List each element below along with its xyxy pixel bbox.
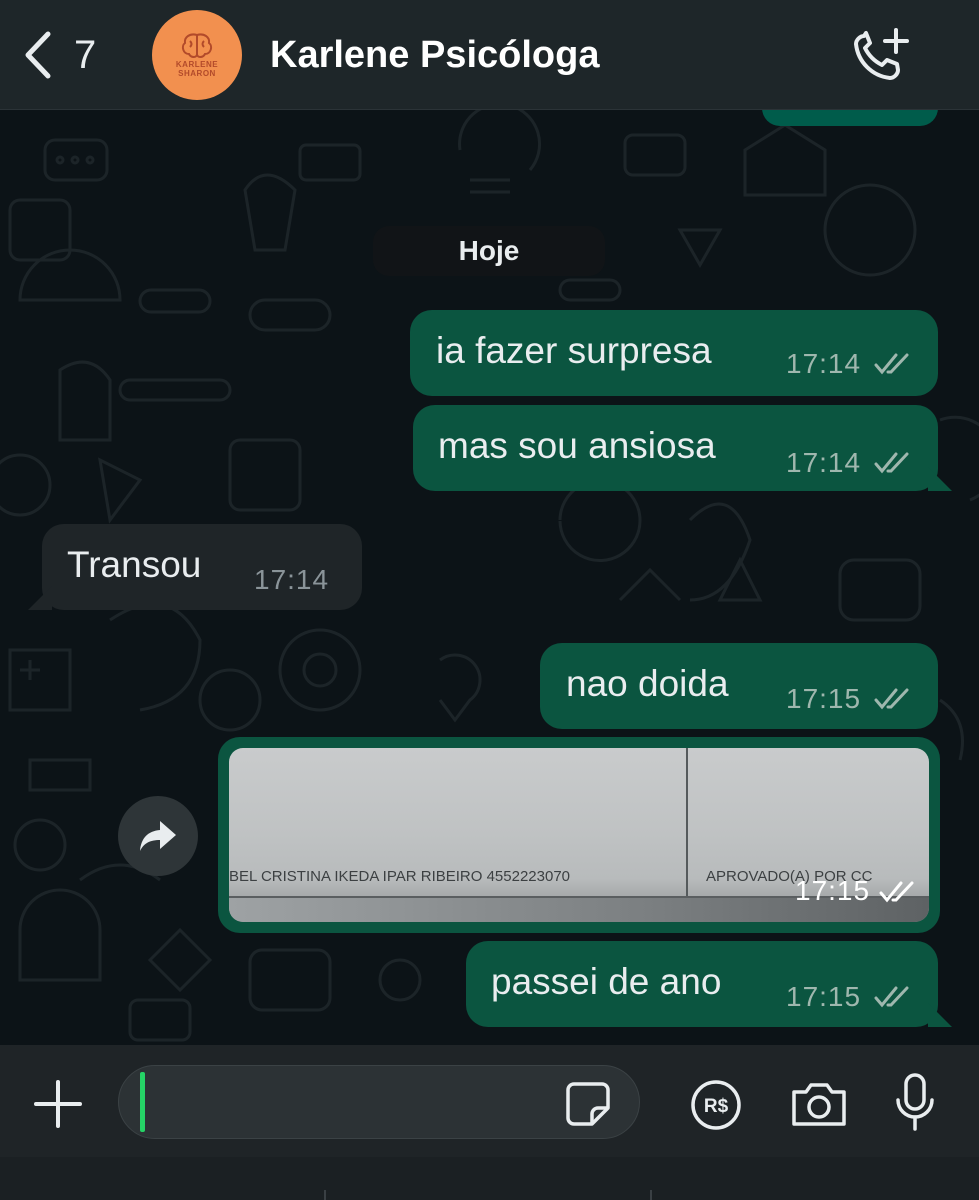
document-text: ABEL CRISTINA IKEDA IPAR RIBEIRO 4552223… (229, 868, 570, 885)
text-caret (140, 1072, 145, 1132)
message-text: nao doida (566, 663, 729, 704)
bubble-tail (928, 467, 952, 491)
message-time: 17:15 (786, 981, 862, 1012)
message-incoming[interactable]: Transou 17:14 (28, 524, 362, 610)
read-ticks-icon (874, 353, 909, 375)
contact-avatar[interactable]: KARLENE SHARON (152, 10, 242, 100)
chat-area[interactable]: Hoje ia fazer surpresa 17:14 mas sou ans… (0, 0, 979, 1045)
brain-logo (181, 33, 213, 58)
message-outgoing[interactable]: nao doida 17:15 (540, 643, 938, 729)
message-text: passei de ano (491, 961, 722, 1002)
message-time: 17:14 (786, 348, 862, 379)
read-ticks-icon (879, 881, 914, 903)
read-ticks-icon (874, 986, 909, 1008)
unread-count: 7 (74, 32, 97, 77)
back-button[interactable]: 7 (20, 28, 130, 82)
message-outgoing[interactable]: passei de ano 17:15 (466, 941, 952, 1027)
sticker-icon[interactable] (564, 1080, 612, 1128)
forward-arrow-icon (140, 821, 176, 851)
message-time: 17:14 (786, 447, 862, 478)
message-time: 17:14 (254, 564, 330, 595)
microphone-icon[interactable] (893, 1072, 937, 1132)
chevron-left-icon (25, 31, 51, 79)
message-text: Transou (67, 544, 202, 585)
message-text: mas sou ansiosa (438, 425, 716, 466)
message-text: ia fazer surpresa (436, 330, 712, 371)
payment-icon[interactable]: R$ (690, 1079, 742, 1131)
chat-screen: Hoje ia fazer surpresa 17:14 mas sou ans… (0, 0, 979, 1200)
svg-text:R$: R$ (704, 1096, 729, 1117)
bubble-tail (928, 1003, 952, 1027)
message-input[interactable] (118, 1065, 640, 1139)
bottom-strip (0, 1157, 979, 1200)
read-ticks-icon (874, 452, 909, 474)
plus-icon[interactable] (32, 1078, 84, 1130)
read-ticks-icon (874, 688, 909, 710)
message-outgoing[interactable]: mas sou ansiosa 17:14 (413, 405, 952, 491)
avatar-logo-text: KARLENE SHARON (175, 60, 219, 78)
message-time: 17:15 (786, 683, 862, 714)
day-separator: Hoje (373, 226, 605, 276)
message-outgoing[interactable]: ia fazer surpresa 17:14 (410, 310, 938, 396)
message-outgoing-image[interactable]: ABEL CRISTINA IKEDA IPAR RIBEIRO 4552223… (218, 737, 940, 933)
add-call-icon[interactable] (850, 26, 914, 84)
contact-name[interactable]: Karlene Psicóloga (270, 34, 599, 77)
forward-button[interactable] (118, 796, 198, 876)
divider (324, 1190, 326, 1200)
attached-photo[interactable]: ABEL CRISTINA IKEDA IPAR RIBEIRO 4552223… (229, 748, 929, 922)
message-time: 17:15 (795, 875, 871, 906)
divider (650, 1190, 652, 1200)
day-label: Hoje (458, 235, 520, 266)
bubble-tail (28, 586, 52, 610)
chat-header: 7 KARLENE SHARON Karlene Psicóloga (0, 0, 979, 110)
camera-icon[interactable] (790, 1080, 848, 1128)
